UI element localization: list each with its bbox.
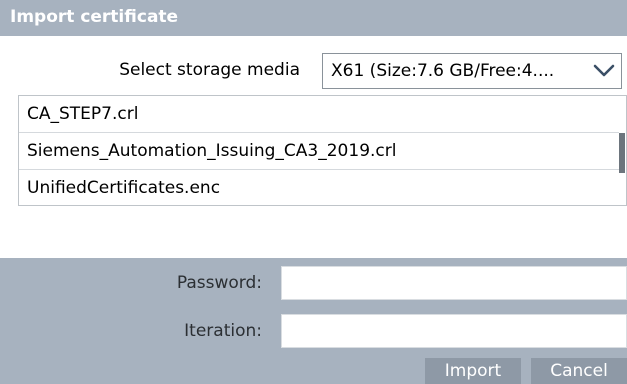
dialog-title: Import certificate: [10, 7, 179, 27]
file-list-scrollbar[interactable]: [619, 96, 626, 205]
file-list-item[interactable]: CA_STEP7.crl: [19, 96, 620, 133]
file-name: CA_STEP7.crl: [27, 104, 139, 124]
credentials-panel: Password: Iteration: Import Cancel: [0, 258, 627, 384]
storage-media-select[interactable]: X61 (Size:7.6 GB/Free:4....: [322, 53, 622, 89]
iteration-label: Iteration:: [184, 321, 262, 341]
import-button[interactable]: Import: [425, 358, 521, 384]
storage-media-value: X61 (Size:7.6 GB/Free:4....: [331, 61, 555, 81]
file-name: Siemens_Automation_Issuing_CA3_2019.crl: [27, 141, 397, 161]
iteration-field[interactable]: [281, 314, 627, 348]
file-name: UnifiedCertificates.enc: [27, 178, 221, 198]
cancel-button[interactable]: Cancel: [531, 358, 627, 384]
file-list-item[interactable]: Siemens_Automation_Issuing_CA3_2019.crl: [19, 133, 620, 170]
chevron-down-icon: [593, 64, 615, 77]
file-list-item[interactable]: UnifiedCertificates.enc: [19, 170, 620, 205]
storage-media-label: Select storage media: [119, 60, 300, 80]
dialog-titlebar: Import certificate: [0, 0, 627, 36]
certificate-file-list[interactable]: CA_STEP7.crl Siemens_Automation_Issuing_…: [18, 95, 627, 206]
password-label: Password:: [176, 273, 262, 293]
import-certificate-dialog: Import certificate Select storage media …: [0, 0, 627, 384]
password-field[interactable]: [281, 266, 627, 300]
scrollbar-thumb[interactable]: [619, 133, 625, 173]
